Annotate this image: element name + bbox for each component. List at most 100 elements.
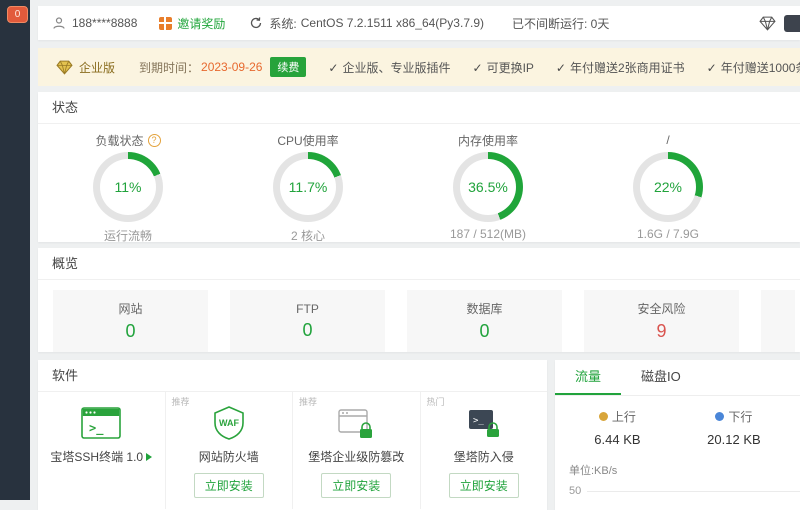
license-banner: 企业版 到期时间： 2023-09-26 续费 ✓企业版、专业版插件 ✓可更换I…: [38, 48, 800, 86]
help-icon[interactable]: ?: [148, 134, 161, 147]
gauge-subtext: 187 / 512(MB): [450, 227, 526, 241]
install-button[interactable]: 立即安装: [321, 473, 391, 498]
overview-value: 0: [125, 321, 135, 342]
gauge-subtext: 2 核心: [291, 227, 325, 244]
overview-label: 网站: [118, 300, 142, 317]
check-icon: ✓: [473, 61, 483, 75]
user-icon: [52, 16, 66, 30]
status-section: 状态 负载状态 ? 11% 运行流畅 CPU使用率 11.7% 2 核心 内存使…: [38, 92, 800, 242]
cpu-usage-gauge: CPU使用率 11.7% 2 核心: [218, 132, 398, 244]
perk-item: ✓年付赠送1000条短信: [707, 59, 800, 76]
window-lock-icon: [338, 405, 374, 441]
overview-security-risk[interactable]: 安全风险 9: [584, 290, 739, 352]
svg-text:WAF: WAF: [219, 418, 239, 428]
software-name: 宝塔SSH终端 1.0: [50, 448, 143, 465]
refresh-icon[interactable]: [249, 16, 263, 30]
gauge-subtext: 1.6G / 7.9G: [637, 227, 699, 241]
install-button[interactable]: 立即安装: [449, 473, 519, 498]
invite-reward-link[interactable]: 邀请奖励: [159, 15, 225, 32]
upstream-label: 上行: [612, 408, 636, 425]
root-disk-gauge: / 22% 1.6G / 7.9G: [578, 132, 758, 244]
traffic-legend-row: 上行 6.44 KB 下行 20.12 KB: [555, 396, 800, 447]
system-value: CentOS 7.2.1511 x86_64(Py3.7.9): [301, 16, 484, 30]
overview-value: 9: [656, 321, 666, 342]
overview-row: 网站 0 FTP 0 数据库 0 安全风险 9: [38, 280, 800, 352]
software-section-title: 软件: [38, 360, 547, 392]
gauge-subtext: 运行流畅: [104, 227, 152, 244]
renew-button[interactable]: 续费: [270, 57, 306, 77]
perk-item: ✓企业版、专业版插件: [328, 59, 450, 76]
disk-donut-chart: 22%: [633, 152, 703, 222]
software-section: 软件 >_ 宝塔SSH终端 1.0 推荐 WAF 网站防火墙 立即安装 推荐 堡…: [38, 360, 547, 510]
tab-traffic[interactable]: 流量: [555, 360, 621, 395]
invite-reward-label: 邀请奖励: [177, 15, 225, 32]
gold-gem-icon: [56, 60, 73, 75]
software-name: 堡塔防入侵: [454, 448, 514, 465]
status-section-title: 状态: [38, 92, 800, 124]
overview-value: 0: [479, 321, 489, 342]
software-card-tamper-proof[interactable]: 推荐 堡塔企业级防篡改 立即安装: [292, 392, 420, 509]
edition-label: 企业版: [79, 59, 115, 76]
load-donut-chart: 11%: [93, 152, 163, 222]
system-label: 系统:: [269, 15, 296, 32]
downstream-legend: 下行 20.12 KB: [707, 408, 761, 447]
overview-label: 安全风险: [637, 300, 685, 317]
software-name: 网站防火墙: [199, 448, 259, 465]
top-bar: 188****8888 邀请奖励 系统: CentOS 7.2.1511 x86…: [38, 6, 800, 40]
software-card-waf[interactable]: 推荐 WAF 网站防火墙 立即安装: [165, 392, 293, 509]
overview-websites[interactable]: 网站 0: [53, 290, 208, 352]
notification-badge[interactable]: 0: [7, 6, 28, 23]
install-button[interactable]: 立即安装: [194, 473, 264, 498]
software-card-ssh-terminal[interactable]: >_ 宝塔SSH终端 1.0: [38, 392, 165, 509]
terminal-green-icon: >_: [81, 405, 121, 441]
chart-ytick-row: 50: [555, 478, 800, 497]
overview-clipped-box: [761, 290, 795, 352]
svg-text:>_: >_: [89, 421, 104, 436]
svg-text:>_: >_: [473, 416, 484, 426]
upstream-value: 6.44 KB: [594, 432, 640, 447]
downstream-value: 20.12 KB: [707, 432, 761, 447]
traffic-panel: 流量 磁盘IO 上行 6.44 KB 下行 20.12 KB 单位:KB/s 5…: [555, 360, 800, 510]
upstream-dot-icon: [599, 412, 608, 421]
play-icon: [146, 453, 152, 461]
gauge-value: 36.5%: [460, 159, 516, 215]
perk-item: ✓年付赠送2张商用证书: [556, 59, 685, 76]
overview-section-title: 概览: [38, 248, 800, 280]
gauge-label: 负载状态: [95, 132, 143, 149]
traffic-tabs: 流量 磁盘IO: [555, 360, 800, 396]
memory-usage-gauge: 内存使用率 36.5% 187 / 512(MB): [398, 132, 578, 244]
software-name: 堡塔企业级防篡改: [308, 448, 404, 465]
perk-item: ✓可更换IP: [473, 59, 534, 76]
edition-chip[interactable]: [784, 15, 800, 32]
check-icon: ✓: [556, 61, 566, 75]
gauge-value: 11%: [100, 159, 156, 215]
uptime-label: 已不间断运行: 0天: [512, 15, 609, 32]
gauge-label: /: [666, 133, 669, 147]
software-tag: 热门: [427, 395, 445, 408]
cpu-donut-chart: 11.7%: [273, 152, 343, 222]
gift-icon: [159, 17, 172, 30]
gauge-row: 负载状态 ? 11% 运行流畅 CPU使用率 11.7% 2 核心 内存使用率 …: [38, 124, 800, 244]
memory-donut-chart: 36.5%: [453, 152, 523, 222]
check-icon: ✓: [328, 61, 338, 75]
gem-icon[interactable]: [759, 16, 776, 31]
waf-shield-icon: WAF: [212, 405, 246, 441]
software-grid: >_ 宝塔SSH终端 1.0 推荐 WAF 网站防火墙 立即安装 推荐 堡塔企业…: [38, 392, 547, 509]
gauge-value: 11.7%: [280, 159, 336, 215]
terminal-lock-icon: >_: [467, 405, 501, 441]
username[interactable]: 188****8888: [72, 16, 137, 30]
gridline: [587, 491, 800, 492]
overview-label: 数据库: [466, 300, 502, 317]
upstream-legend: 上行 6.44 KB: [594, 408, 640, 447]
overview-value: 0: [302, 320, 312, 341]
software-tag: 推荐: [172, 395, 190, 408]
overview-ftp[interactable]: FTP 0: [230, 290, 385, 352]
ytick-label: 50: [569, 485, 581, 497]
software-card-intrusion-prevention[interactable]: 热门 >_ 堡塔防入侵 立即安装: [420, 392, 548, 509]
overview-databases[interactable]: 数据库 0: [407, 290, 562, 352]
expire-label: 到期时间：: [139, 59, 199, 76]
tab-disk-io[interactable]: 磁盘IO: [621, 360, 701, 395]
load-status-gauge: 负载状态 ? 11% 运行流畅: [38, 132, 218, 244]
software-tag: 推荐: [299, 395, 317, 408]
gauge-label: CPU使用率: [277, 132, 338, 149]
